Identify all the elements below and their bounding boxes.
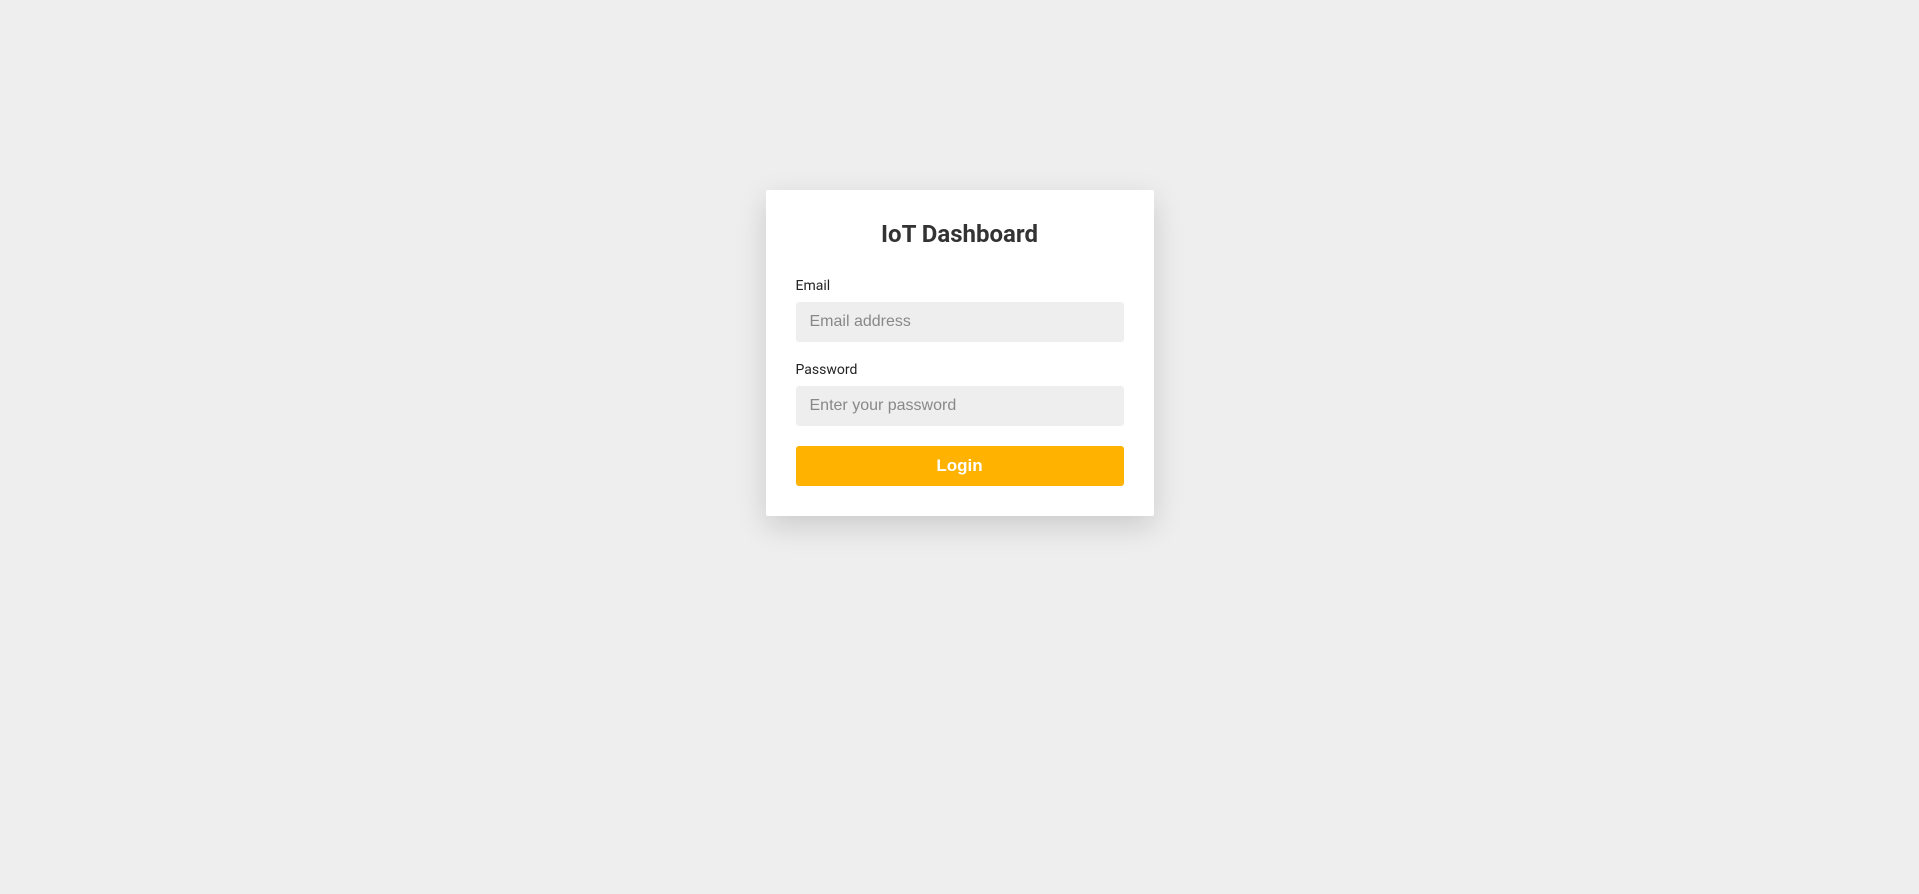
password-label: Password — [796, 362, 1124, 378]
password-field[interactable] — [796, 386, 1124, 426]
page-title: IoT Dashboard — [796, 220, 1124, 248]
login-button[interactable]: Login — [796, 446, 1124, 486]
email-field[interactable] — [796, 302, 1124, 342]
password-form-group: Password — [796, 362, 1124, 426]
email-label: Email — [796, 278, 1124, 294]
email-form-group: Email — [796, 278, 1124, 342]
login-card: IoT Dashboard Email Password Login — [766, 190, 1154, 516]
